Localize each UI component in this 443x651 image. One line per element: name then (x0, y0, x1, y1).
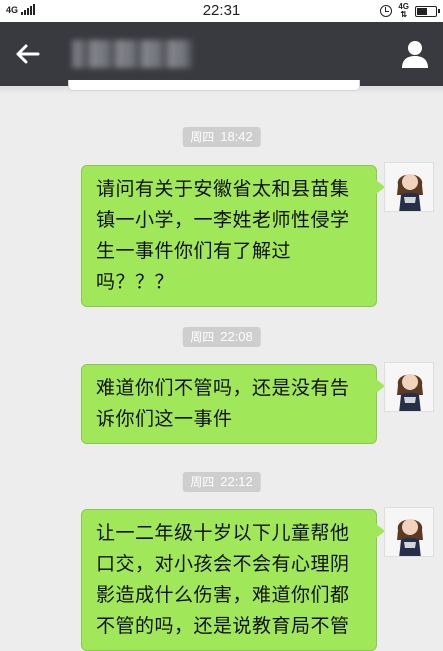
timestamp-badge: 周四 18:42 (182, 127, 261, 147)
contact-name-blurred (72, 40, 192, 68)
status-time: 22:31 (202, 2, 241, 19)
chat-title-bar (0, 22, 443, 86)
previous-message-bubble[interactable] (68, 80, 360, 91)
message-text: 请问有关于安徽省太和县苗集 镇一小学，一李姓老师性侵学 生一事件你们有了解过 吗… (96, 178, 350, 293)
profile-button[interactable] (399, 38, 431, 70)
back-button[interactable] (10, 38, 46, 70)
avatar-girl-icon (397, 174, 423, 211)
data-arrows-icon: ⇅ (400, 10, 408, 19)
message-text: 让一二年级十岁以下儿童帮他 口交，对小孩会不会有心理阴 影造成什么伤害，难道你们… (96, 522, 350, 637)
timestamp-badge: 周四 22:08 (182, 327, 261, 347)
timestamp-badge: 周四 22:12 (182, 472, 261, 492)
network-indicator: 4G ⇅ (398, 3, 409, 19)
battery-level (417, 7, 427, 15)
message-bubble[interactable]: 请问有关于安徽省太和县苗集 镇一小学，一李姓老师性侵学 生一事件你们有了解过 吗… (81, 165, 385, 307)
message-bubble[interactable]: 让一二年级十岁以下儿童帮他 口交，对小孩会不会有心理阴 影造成什么伤害，难道你们… (81, 509, 385, 651)
avatar[interactable] (384, 507, 434, 557)
status-bar: 4G 22:31 4G ⇅ (0, 0, 443, 22)
timestamp-time: 22:12 (220, 474, 253, 489)
person-icon (402, 41, 428, 68)
message-bubble[interactable]: 难道你们不管吗，还是没有告 诉你们这一事件 (81, 364, 385, 444)
avatar[interactable] (384, 362, 434, 412)
avatar-girl-icon (397, 519, 423, 556)
battery-icon (415, 5, 440, 17)
timestamp-day: 周四 (190, 130, 215, 144)
timestamp-day: 周四 (190, 475, 215, 489)
alarm-icon (380, 5, 393, 17)
message-text: 难道你们不管吗，还是没有告 诉你们这一事件 (96, 377, 350, 430)
avatar-girl-icon (397, 374, 423, 411)
timestamp-day: 周四 (190, 330, 215, 344)
status-icons: 4G ⇅ (380, 3, 440, 19)
avatar[interactable] (384, 162, 434, 212)
back-arrow-icon (16, 44, 40, 64)
timestamp-time: 22:08 (220, 329, 253, 344)
timestamp-time: 18:42 (220, 129, 253, 144)
